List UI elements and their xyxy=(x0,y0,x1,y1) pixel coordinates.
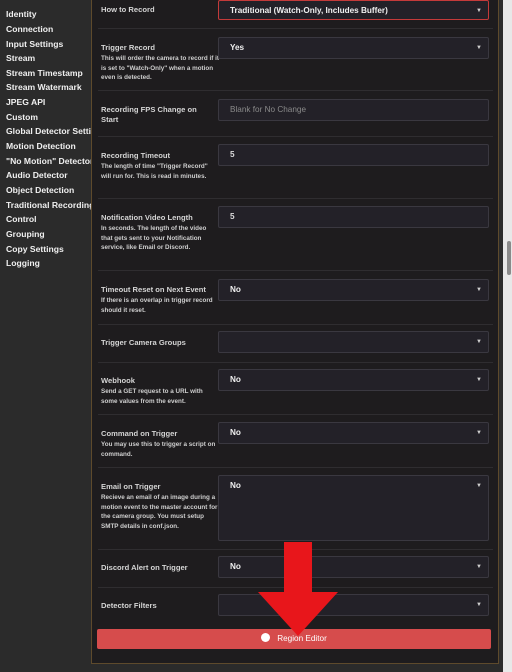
caret-down-icon: ▼ xyxy=(476,339,482,345)
how-to-record-value: Traditional (Watch-Only, Includes Buffer… xyxy=(230,6,388,15)
trigger-camera-groups-label: Trigger Camera Groups xyxy=(101,338,186,347)
trigger-camera-groups-select[interactable]: ▼ xyxy=(218,331,489,353)
divider xyxy=(98,198,493,199)
timeout-reset-label: Timeout Reset on Next Event xyxy=(101,285,206,294)
timeout-reset-select[interactable]: No ▼ xyxy=(218,279,489,301)
recording-fps-change-label: Recording FPS Change on Start xyxy=(101,105,197,124)
trigger-record-value: Yes xyxy=(230,43,245,52)
discord-alert-label: Discord Alert on Trigger xyxy=(101,563,188,572)
command-on-trigger-value: No xyxy=(230,428,241,437)
sidebar-item-global-detector-settings[interactable]: Global Detector Settings xyxy=(6,126,92,137)
sidebar-item-grouping[interactable]: Grouping xyxy=(6,229,45,240)
caret-down-icon: ▼ xyxy=(476,287,482,293)
timeout-reset-value: No xyxy=(230,285,241,294)
timeout-reset-description: If there is an overlap in trigger record… xyxy=(101,297,213,314)
notification-video-length-label: Notification Video Length xyxy=(101,213,193,222)
recording-timeout-label: Recording Timeout xyxy=(101,151,171,160)
sidebar-item-traditional-recording[interactable]: Traditional Recording xyxy=(6,200,92,211)
email-on-trigger-select[interactable]: No ▼ xyxy=(218,475,489,541)
email-on-trigger-description: Recieve an email of an image during a mo… xyxy=(101,494,218,530)
command-on-trigger-select[interactable]: No ▼ xyxy=(218,422,489,444)
notification-video-length-input[interactable]: 5 xyxy=(218,206,489,228)
scrollbar[interactable] xyxy=(503,0,512,672)
sidebar-item-input-settings[interactable]: Input Settings xyxy=(6,39,63,50)
sidebar-item-motion-detection[interactable]: Motion Detection xyxy=(6,141,76,152)
caret-down-icon: ▼ xyxy=(476,430,482,436)
detector-filters-label: Detector Filters xyxy=(101,601,157,610)
discord-alert-value: No xyxy=(230,562,241,571)
divider xyxy=(98,136,493,137)
sidebar-item-connection[interactable]: Connection xyxy=(6,24,53,35)
trigger-record-label: Trigger Record xyxy=(101,43,156,52)
sidebar-item-stream-timestamp[interactable]: Stream Timestamp xyxy=(6,68,83,79)
recording-timeout-description: The length of time "Trigger Record" will… xyxy=(101,163,208,180)
caret-down-icon: ▼ xyxy=(476,483,482,489)
webhook-label: Webhook xyxy=(101,376,136,385)
sidebar-item-control[interactable]: Control xyxy=(6,214,37,225)
sidebar-item-stream[interactable]: Stream xyxy=(6,53,35,64)
trigger-record-description: This will order the camera to record if … xyxy=(101,55,219,81)
caret-down-icon: ▼ xyxy=(476,377,482,383)
divider xyxy=(98,324,493,325)
sidebar: Identity Connection Input Settings Strea… xyxy=(0,0,92,672)
trigger-record-select[interactable]: Yes ▼ xyxy=(218,37,489,59)
divider xyxy=(98,467,493,468)
command-on-trigger-description: You may use this to trigger a script on … xyxy=(101,441,216,458)
sidebar-item-object-detection[interactable]: Object Detection xyxy=(6,185,74,196)
command-on-trigger-label: Command on Trigger xyxy=(101,429,178,438)
divider xyxy=(98,270,493,271)
sidebar-item-custom[interactable]: Custom xyxy=(6,112,38,123)
caret-down-icon: ▼ xyxy=(476,602,482,608)
sidebar-item-no-motion-detector[interactable]: "No Motion" Detector xyxy=(6,156,92,167)
webhook-value: No xyxy=(230,375,241,384)
sidebar-item-copy-settings[interactable]: Copy Settings xyxy=(6,244,64,255)
scrollbar-thumb[interactable] xyxy=(507,241,511,275)
email-on-trigger-label: Email on Trigger xyxy=(101,482,161,491)
sidebar-item-audio-detector[interactable]: Audio Detector xyxy=(6,170,68,181)
sidebar-item-identity[interactable]: Identity xyxy=(6,9,37,20)
sidebar-item-stream-watermark[interactable]: Stream Watermark xyxy=(6,82,82,93)
how-to-record-label: How to Record xyxy=(101,5,155,14)
recording-fps-change-input[interactable]: Blank for No Change xyxy=(218,99,489,121)
divider xyxy=(98,90,493,91)
sidebar-item-jpeg-api[interactable]: JPEG API xyxy=(6,97,45,108)
divider xyxy=(98,414,493,415)
email-on-trigger-value: No xyxy=(230,481,241,490)
notification-video-length-description: In seconds. The length of the video that… xyxy=(101,225,207,251)
how-to-record-select[interactable]: Traditional (Watch-Only, Includes Buffer… xyxy=(218,0,489,20)
arrow-down-icon xyxy=(258,542,338,636)
webhook-select[interactable]: No ▼ xyxy=(218,369,489,391)
webhook-description: Send a GET request to a URL with some va… xyxy=(101,388,203,405)
caret-down-icon: ▼ xyxy=(476,45,482,51)
sidebar-item-logging[interactable]: Logging xyxy=(6,258,40,269)
caret-down-icon: ▼ xyxy=(476,8,482,14)
divider xyxy=(98,362,493,363)
caret-down-icon: ▼ xyxy=(476,564,482,570)
recording-timeout-input[interactable]: 5 xyxy=(218,144,489,166)
divider xyxy=(98,28,493,29)
